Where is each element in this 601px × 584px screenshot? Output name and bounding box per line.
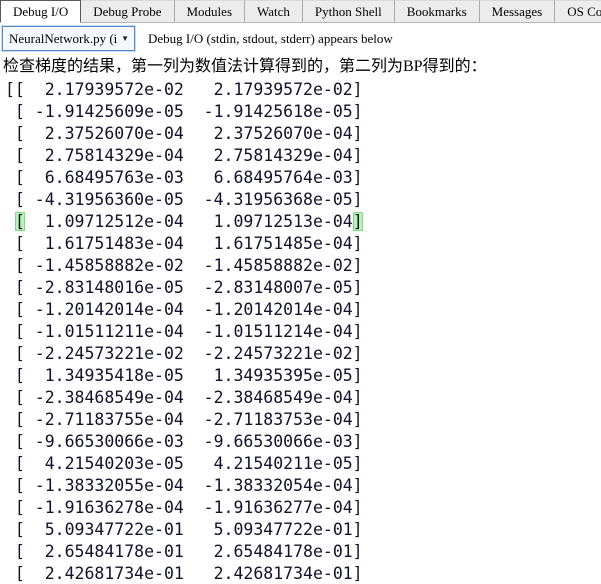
matrix-row: [ 4.21540203e-05 4.21540211e-05] <box>5 454 363 473</box>
io-description-label: Debug I/O (stdin, stdout, stderr) appear… <box>148 30 393 46</box>
matrix-row: [ 2.42681734e-01 2.42681734e-01] <box>5 564 363 583</box>
bracket-match-highlight: [ <box>14 212 25 231</box>
tab-debug-probe[interactable]: Debug Probe <box>81 0 175 22</box>
matrix-row: [ 5.09347722e-01 5.09347722e-01] <box>5 520 363 539</box>
matrix-row: [ -1.01511211e-04 -1.01511214e-04] <box>5 322 363 341</box>
matrix-row: [ -2.83148016e-05 -2.83148007e-05] <box>5 278 363 297</box>
matrix-row: [ 2.75814329e-04 2.75814329e-04] <box>5 146 363 165</box>
tab-watch[interactable]: Watch <box>245 0 303 22</box>
tab-os-commands[interactable]: OS Commands <box>555 0 601 22</box>
tab-modules-label: Modules <box>186 3 233 19</box>
tab-debug-io-label: Debug I/O <box>13 3 69 19</box>
output-rows: [[ 2.17939572e-02 2.17939572e-02] [ -1.9… <box>1 79 601 584</box>
matrix-row: [ -4.31956360e-05 -4.31956368e-05] <box>5 190 363 209</box>
gradient-check-header: 检查梯度的结果，第一列为数值法计算得到的，第二列为BP得到的： <box>3 58 487 75</box>
matrix-row: [ 1.34935418e-05 1.34935395e-05] <box>5 366 363 385</box>
matrix-row: [ 1.61751483e-04 1.61751485e-04] <box>5 234 363 253</box>
tab-bookmarks[interactable]: Bookmarks <box>394 0 480 22</box>
tab-python-shell[interactable]: Python Shell <box>302 0 395 22</box>
matrix-row: [ -9.66530066e-03 -9.66530066e-03] <box>5 432 363 451</box>
tab-python-shell-label: Python Shell <box>314 3 382 19</box>
process-selector-value: NeuralNetwork.py (i <box>9 30 118 46</box>
matrix-row: [ -1.91425609e-05 -1.91425618e-05] <box>5 102 363 121</box>
matrix-row: [ -2.38468549e-04 -2.38468549e-04] <box>5 388 363 407</box>
debug-io-panel: Debug I/O Debug Probe Modules Watch Pyth… <box>0 0 601 584</box>
tab-messages[interactable]: Messages <box>479 0 556 22</box>
bracket-match-highlight: ] <box>352 212 363 231</box>
matrix-row: [ 2.65484178e-01 2.65484178e-01] <box>5 542 363 561</box>
tab-debug-probe-label: Debug Probe <box>93 3 162 19</box>
tab-modules[interactable]: Modules <box>174 0 245 22</box>
matrix-row: [ 6.68495763e-03 6.68495764e-03] <box>5 168 363 187</box>
tab-messages-label: Messages <box>491 3 543 19</box>
chevron-down-icon: ▼ <box>121 34 129 43</box>
matrix-row: [ 2.37526070e-04 2.37526070e-04] <box>5 124 363 143</box>
matrix-row: [ -1.38332055e-04 -1.38332054e-04] <box>5 476 363 495</box>
tool-tab-bar: Debug I/O Debug Probe Modules Watch Pyth… <box>0 0 601 23</box>
matrix-row: [ -2.24573221e-02 -2.24573221e-02] <box>5 344 363 363</box>
matrix-row: [ -1.91636278e-04 -1.91636277e-04] <box>5 498 363 517</box>
process-selector-dropdown[interactable]: NeuralNetwork.py (i ▼ <box>1 25 136 52</box>
matrix-row: [[ 2.17939572e-02 2.17939572e-02] <box>5 80 363 99</box>
matrix-row: [ 1.09712512e-04 1.09712513e-04] <box>14 212 363 231</box>
tab-watch-label: Watch <box>257 3 290 19</box>
tab-debug-io[interactable]: Debug I/O <box>0 0 82 23</box>
tab-os-commands-label: OS Commands <box>567 3 601 19</box>
stdout-output-area: 检查梯度的结果，第一列为数值法计算得到的，第二列为BP得到的： [[ 2.179… <box>0 54 601 584</box>
matrix-row: [ -2.71183755e-04 -2.71183753e-04] <box>5 410 363 429</box>
debug-io-toolbar: NeuralNetwork.py (i ▼ Debug I/O (stdin, … <box>0 23 601 54</box>
matrix-row: [ -1.20142014e-04 -1.20142014e-04] <box>5 300 363 319</box>
tab-bookmarks-label: Bookmarks <box>406 3 467 19</box>
matrix-row: [ -1.45858882e-02 -1.45858882e-02] <box>5 256 363 275</box>
